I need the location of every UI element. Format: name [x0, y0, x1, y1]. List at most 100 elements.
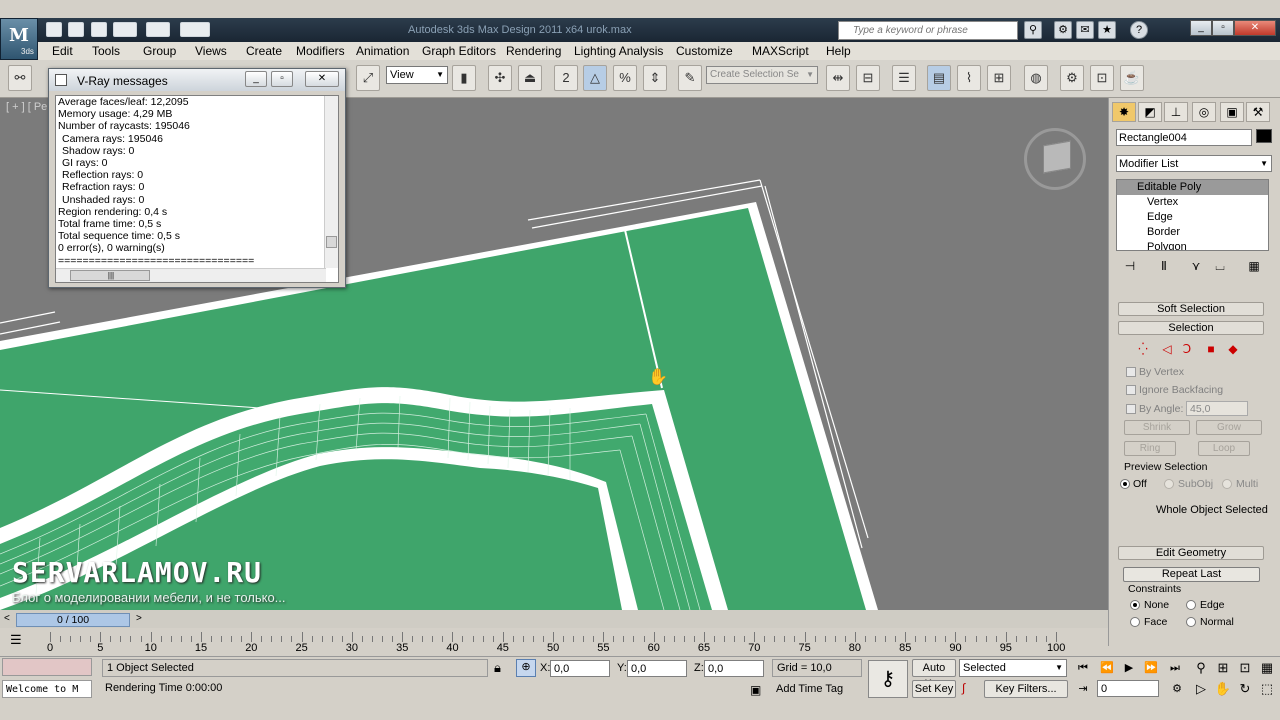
by-angle-checkbox[interactable]	[1126, 404, 1136, 414]
ring-button[interactable]: Ring	[1124, 441, 1176, 456]
utilities-tab-icon[interactable]: ⚒	[1246, 102, 1270, 122]
constraint-normal-radio[interactable]	[1186, 617, 1196, 627]
x-coordinate-field[interactable]: 0,0	[550, 660, 610, 677]
subscription-icon[interactable]: ⚙	[1054, 21, 1072, 39]
go-to-start-icon[interactable]: ⏮	[1074, 660, 1092, 676]
motion-tab-icon[interactable]: ◎	[1192, 102, 1216, 122]
edit-named-selection-icon[interactable]: ✎	[678, 65, 702, 91]
constraint-edge-radio[interactable]	[1186, 600, 1196, 610]
angle-snap-icon[interactable]: △	[583, 65, 607, 91]
pin-stack-icon[interactable]: ⊣	[1120, 259, 1140, 275]
undo-icon[interactable]	[113, 22, 137, 37]
vray-titlebar[interactable]: V-Ray messages _ ▫ ✕	[49, 69, 345, 91]
constraint-face-radio[interactable]	[1130, 617, 1140, 627]
open-file-icon[interactable]	[68, 22, 84, 37]
pan-view-icon[interactable]: ✋	[1214, 680, 1232, 698]
menu-maxscript[interactable]: MAXScript	[752, 44, 809, 58]
orbit-icon[interactable]: ↻	[1236, 680, 1254, 698]
go-to-end-icon[interactable]: ⏭	[1166, 660, 1184, 676]
previous-frame-icon[interactable]: ⏪	[1098, 660, 1116, 676]
default-tangent-icon[interactable]: ∫	[962, 681, 965, 695]
menu-lighting-analysis[interactable]: Lighting Analysis	[574, 44, 663, 58]
repeat-last-button[interactable]: Repeat Last	[1123, 567, 1260, 582]
menu-help[interactable]: Help	[826, 44, 851, 58]
field-of-view-icon[interactable]: ▷	[1192, 680, 1210, 698]
absolute-mode-icon[interactable]: ⊕	[516, 659, 536, 677]
save-icon[interactable]	[91, 22, 107, 37]
time-slider[interactable]: 0 / 100	[16, 613, 130, 627]
create-tab-icon[interactable]: ✸	[1112, 102, 1136, 122]
maxscript-listener-mini[interactable]	[2, 658, 92, 676]
link-icon[interactable]: ⚯	[8, 65, 32, 91]
key-selection-dropdown[interactable]: Selected	[959, 659, 1067, 677]
percent-snap-icon[interactable]: %	[613, 65, 637, 91]
spinner-snap-icon[interactable]: ⇕	[643, 65, 667, 91]
show-end-result-icon[interactable]: Ⅱ	[1154, 259, 1174, 275]
curve-editor-icon[interactable]: ⌇	[957, 65, 981, 91]
shrink-button[interactable]: Shrink	[1124, 420, 1190, 435]
modify-tab-icon[interactable]: ◩	[1138, 102, 1162, 122]
y-coordinate-field[interactable]: 0,0	[627, 660, 687, 677]
vray-hscroll-thumb[interactable]: |||	[70, 270, 150, 281]
menu-animation[interactable]: Animation	[356, 44, 409, 58]
align-icon[interactable]: ⊟	[856, 65, 880, 91]
slider-left-arrow-icon[interactable]: <	[4, 613, 10, 624]
maximize-button[interactable]: ▫	[1212, 20, 1234, 36]
layer-manager-icon[interactable]: ☰	[892, 65, 916, 91]
remove-modifier-icon[interactable]: ⌴	[1210, 259, 1230, 275]
current-frame-field[interactable]: 0	[1097, 680, 1159, 697]
soft-selection-rollout[interactable]: Soft Selection	[1118, 302, 1264, 316]
play-icon[interactable]: ▶	[1120, 660, 1138, 676]
polygon-mode-icon[interactable]: ■	[1204, 342, 1218, 356]
menu-graph-editors[interactable]: Graph Editors	[422, 44, 496, 58]
stack-item-edge[interactable]: Edge	[1117, 210, 1268, 225]
add-time-tag[interactable]: Add Time Tag	[772, 683, 843, 695]
vray-maximize-button[interactable]: ▫	[271, 71, 293, 87]
menu-rendering[interactable]: Rendering	[506, 44, 561, 58]
comm-center-icon[interactable]: ✉	[1076, 21, 1094, 39]
redo-icon[interactable]	[146, 22, 170, 37]
search-input[interactable]	[853, 25, 1023, 36]
menu-create[interactable]: Create	[246, 44, 282, 58]
material-editor-icon[interactable]: ◍	[1024, 65, 1048, 91]
z-coordinate-field[interactable]: 0,0	[704, 660, 764, 677]
select-manipulate-icon[interactable]: ✣	[488, 65, 512, 91]
key-filters-button[interactable]: Key Filters...	[984, 680, 1068, 698]
zoom-extents-all-icon[interactable]: ▦	[1258, 659, 1276, 677]
display-tab-icon[interactable]: ▣	[1220, 102, 1244, 122]
app-logo[interactable]: M 3ds	[0, 18, 38, 60]
favorites-icon[interactable]: ★	[1098, 21, 1116, 39]
constraint-none-radio[interactable]	[1130, 600, 1140, 610]
set-keys-key-icon[interactable]: ⚷	[868, 660, 908, 698]
help-icon[interactable]: ?	[1130, 21, 1148, 39]
by-vertex-checkbox[interactable]	[1126, 367, 1136, 377]
element-mode-icon[interactable]: ◆	[1226, 342, 1240, 356]
select-scale-icon[interactable]: ⤢	[356, 65, 380, 91]
by-angle-spinner[interactable]: 45,0	[1186, 401, 1248, 416]
key-mode-icon[interactable]: ⇥	[1074, 681, 1092, 697]
menu-group[interactable]: Group	[143, 44, 176, 58]
set-key-button[interactable]: Set Key	[912, 680, 956, 698]
vertex-mode-icon[interactable]: ⁛	[1136, 342, 1150, 356]
render-setup-icon[interactable]: ⚙	[1060, 65, 1084, 91]
vray-vscroll-thumb[interactable]	[326, 236, 337, 248]
stack-item-editable-poly[interactable]: Editable Poly	[1117, 180, 1268, 195]
trackbar-toggle-icon[interactable]: ☰	[10, 632, 22, 648]
project-folder-icon[interactable]	[180, 22, 210, 37]
preview-subobj-radio[interactable]	[1164, 479, 1174, 489]
maximize-viewport-icon[interactable]: ⬚	[1258, 680, 1276, 698]
object-name-field[interactable]: Rectangle004	[1116, 129, 1252, 146]
time-tag-icon[interactable]: ▣	[750, 683, 761, 697]
auto-key-button[interactable]: Auto Key	[912, 659, 956, 690]
menu-edit[interactable]: Edit	[52, 44, 73, 58]
grow-button[interactable]: Grow	[1196, 420, 1262, 435]
rendered-frame-icon[interactable]: ⊡	[1090, 65, 1114, 91]
time-config-icon[interactable]: ⚙	[1168, 681, 1186, 697]
named-selection-set-dropdown[interactable]: Create Selection Se	[706, 66, 818, 84]
mirror-icon[interactable]: ⇹	[826, 65, 850, 91]
next-frame-icon[interactable]: ⏩	[1142, 660, 1160, 676]
binoculars-icon[interactable]: ⚲	[1024, 21, 1042, 39]
keyboard-shortcut-icon[interactable]: ⏏	[518, 65, 542, 91]
render-teapot-icon[interactable]: ☕	[1120, 65, 1144, 91]
ignore-backfacing-checkbox[interactable]	[1126, 385, 1136, 395]
